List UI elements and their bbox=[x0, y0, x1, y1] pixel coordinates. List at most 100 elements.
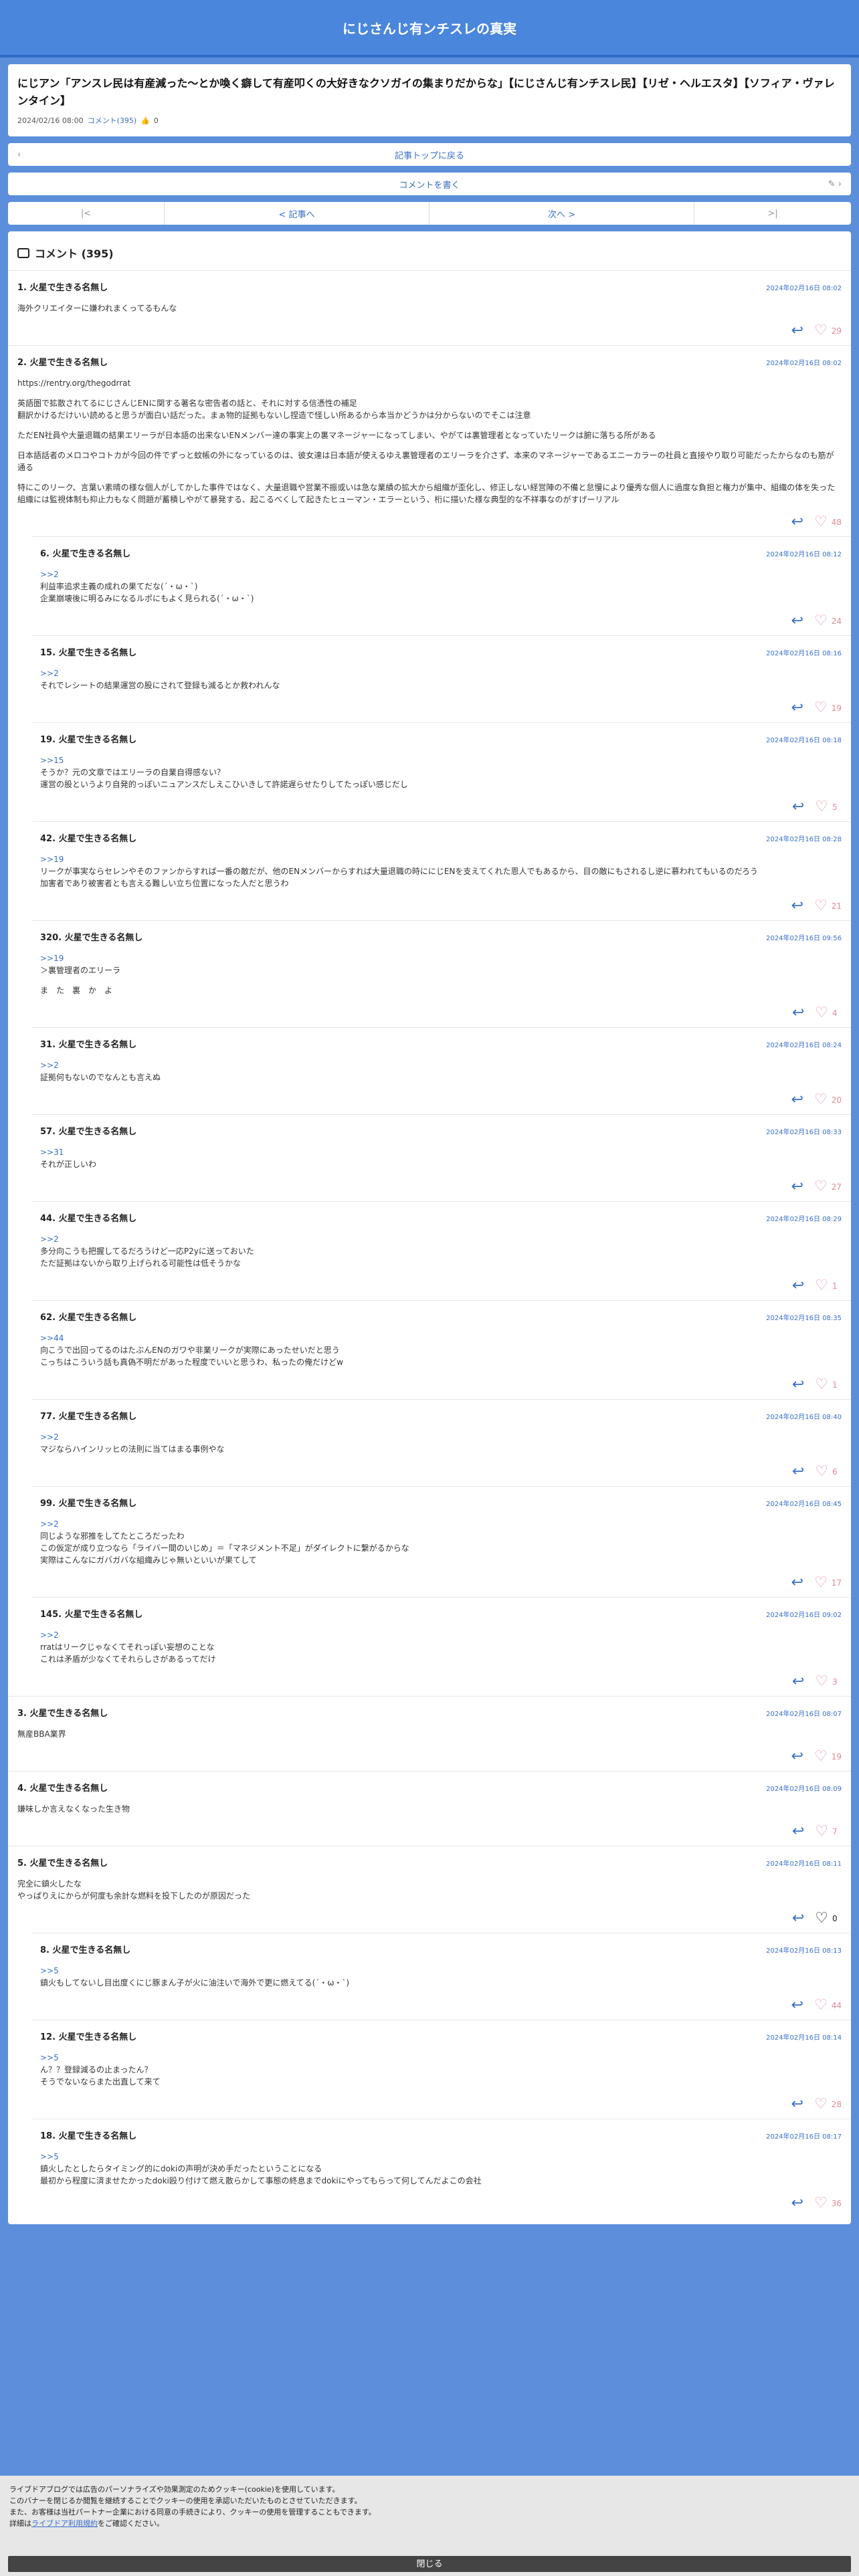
like-button[interactable]: ♡ 4 bbox=[815, 1006, 842, 1021]
comment-line: 英語圏で拡散されてるにじさんじENに関する著名な密告者の話と、それに対する信憑性… bbox=[17, 399, 357, 408]
like-button[interactable]: ♡ 24 bbox=[814, 614, 842, 629]
comment-line: rratはリークじゃなくてそれっぽい妄想のことな bbox=[40, 1642, 215, 1652]
like-button[interactable]: ♡ 29 bbox=[814, 324, 842, 338]
reply-icon[interactable]: ↩ bbox=[791, 1998, 803, 2013]
comment-actions: ↩ ♡ 6 bbox=[40, 1465, 842, 1479]
reply-anchor-link[interactable]: >>2 bbox=[40, 1629, 842, 1641]
reply-anchor-link[interactable]: >>2 bbox=[40, 667, 842, 679]
comment-line: そうか？元の文章ではエリーラの自業自得感ない？ bbox=[40, 768, 225, 777]
comment-number: 8. bbox=[40, 1945, 50, 1955]
comment-body: https://rentry.org/thegodrrat 英語圏で拡散されてるに… bbox=[17, 377, 842, 506]
like-button[interactable]: ♡ 20 bbox=[814, 1093, 842, 1107]
like-button[interactable]: ♡ 17 bbox=[814, 1576, 842, 1590]
site-title[interactable]: にじさんじ有ンチスレの真実 bbox=[343, 18, 516, 37]
comment-header: 44. 火星で生きる名無し 2024年02月16日 08:29 bbox=[40, 1211, 842, 1224]
next-button[interactable]: 次へ > bbox=[430, 202, 694, 225]
like-button[interactable]: ♡ 3 bbox=[815, 1675, 842, 1689]
reply-icon[interactable]: ↩ bbox=[791, 515, 803, 530]
like-button[interactable]: ♡ 5 bbox=[815, 800, 842, 815]
comment-number: 44. bbox=[40, 1214, 56, 1224]
comment-icon bbox=[17, 247, 29, 258]
reply-anchor-link[interactable]: >>2 bbox=[40, 1518, 842, 1530]
comment-actions: ↩ ♡ 1 bbox=[40, 1378, 842, 1392]
like-button[interactable]: ♡ 44 bbox=[814, 1998, 842, 2013]
reply-anchor-link[interactable]: >>15 bbox=[40, 754, 842, 766]
like-count: 5 bbox=[832, 802, 838, 812]
reply-anchor-link[interactable]: >>5 bbox=[40, 1965, 842, 1977]
reply-anchor-link[interactable]: >>5 bbox=[40, 2151, 842, 2163]
thumbs-up-icon[interactable]: 👍 bbox=[140, 116, 150, 125]
comment-date: 2024年02月16日 08:40 bbox=[766, 1414, 842, 1421]
reply-icon[interactable]: ↩ bbox=[792, 1279, 804, 1293]
reply-icon[interactable]: ↩ bbox=[791, 1576, 803, 1590]
first-page-button[interactable]: |< bbox=[8, 202, 165, 225]
reply-icon[interactable]: ↩ bbox=[791, 614, 803, 629]
like-button[interactable]: ♡ 0 bbox=[815, 1911, 842, 1926]
comment-header: 1. 火星で生きる名無し 2024年02月16日 08:02 bbox=[17, 280, 842, 293]
comment-item: 31. 火星で生きる名無し 2024年02月16日 08:24 >>2 証拠何もな… bbox=[32, 1027, 851, 1114]
comment-author: 31. 火星で生きる名無し bbox=[40, 1037, 136, 1050]
reply-icon[interactable]: ↩ bbox=[791, 1180, 803, 1194]
like-button[interactable]: ♡ 27 bbox=[814, 1180, 842, 1194]
comment-author: 1. 火星で生きる名無し bbox=[17, 280, 108, 293]
reply-icon[interactable]: ↩ bbox=[791, 1093, 803, 1107]
reply-icon[interactable]: ↩ bbox=[792, 1378, 804, 1392]
comment-header: 18. 火星で生きる名無し 2024年02月16日 08:17 bbox=[40, 2129, 842, 2141]
reply-anchor-link[interactable]: >>2 bbox=[40, 568, 842, 580]
heart-icon: ♡ bbox=[815, 1463, 828, 1480]
site-header[interactable]: にじさんじ有ンチスレの真実 bbox=[0, 0, 859, 58]
reply-anchor-link[interactable]: >>19 bbox=[40, 952, 842, 964]
comment-line: 同じような邪推をしてたところだったわ bbox=[40, 1531, 185, 1541]
like-button[interactable]: ♡ 7 bbox=[815, 1824, 842, 1839]
heart-icon: ♡ bbox=[814, 700, 828, 716]
like-button[interactable]: ♡ 19 bbox=[814, 1749, 842, 1764]
comment-body: 完全に鎮火したな やっぱりえにからが何度も余計な燃料を投下したのが原因だった bbox=[17, 1878, 842, 1902]
reply-anchor-link[interactable]: >>2 bbox=[40, 1233, 842, 1245]
reply-icon[interactable]: ↩ bbox=[791, 2097, 803, 2112]
like-button[interactable]: ♡ 1 bbox=[815, 1378, 842, 1392]
heart-icon: ♡ bbox=[814, 2096, 828, 2113]
like-button[interactable]: ♡ 1 bbox=[815, 1279, 842, 1293]
comment-name: 火星で生きる名無し bbox=[58, 648, 137, 658]
reply-anchor-link[interactable]: >>5 bbox=[40, 2052, 842, 2064]
comment-line: 実際はこんなにガバガバな組織みじゃ無いといいが果てして bbox=[40, 1555, 257, 1565]
reply-icon[interactable]: ↩ bbox=[791, 2196, 803, 2211]
reply-anchor-link[interactable]: >>2 bbox=[40, 1431, 842, 1443]
article-title[interactable]: にじアン「アンスレ民は有産減った～とか喚く癖して有産叩くの大好きなクソガイの集ま… bbox=[17, 75, 842, 110]
reply-icon[interactable]: ↩ bbox=[792, 1465, 804, 1479]
reply-icon[interactable]: ↩ bbox=[791, 701, 803, 716]
reply-anchor-link[interactable]: >>19 bbox=[40, 853, 842, 865]
like-button[interactable]: ♡ 21 bbox=[814, 899, 842, 914]
reply-anchor-link[interactable]: >>2 bbox=[40, 1059, 842, 1071]
like-count: 24 bbox=[831, 617, 842, 626]
like-button[interactable]: ♡ 6 bbox=[815, 1465, 842, 1479]
like-button[interactable]: ♡ 19 bbox=[814, 701, 842, 716]
reply-icon[interactable]: ↩ bbox=[792, 800, 804, 815]
terms-link[interactable]: ライブドア利用規約 bbox=[31, 2519, 98, 2528]
write-comment-button[interactable]: コメントを書く ✎ › bbox=[8, 173, 851, 195]
comment-actions: ↩ ♡ 27 bbox=[40, 1180, 842, 1194]
reply-icon[interactable]: ↩ bbox=[791, 899, 803, 914]
reply-icon[interactable]: ↩ bbox=[792, 1006, 804, 1021]
back-to-top-button[interactable]: ‹ 記事トップに戻る bbox=[8, 143, 851, 166]
like-button[interactable]: ♡ 28 bbox=[814, 2097, 842, 2112]
comment-header: 31. 火星で生きる名無し 2024年02月16日 08:24 bbox=[40, 1037, 842, 1050]
like-button[interactable]: ♡ 36 bbox=[814, 2196, 842, 2211]
comment-line: マジならハインリッヒの法則に当てはまる事例やな bbox=[40, 1444, 225, 1454]
heart-icon: ♡ bbox=[814, 897, 828, 914]
reply-icon[interactable]: ↩ bbox=[791, 324, 803, 338]
close-cookie-button[interactable]: 閉じる bbox=[8, 2556, 851, 2572]
comment-body: >>19 ＞裏管理者のエリーラま た 裏 か よ bbox=[40, 952, 842, 996]
reply-icon[interactable]: ↩ bbox=[792, 1824, 804, 1839]
reply-anchor-link[interactable]: >>31 bbox=[40, 1146, 842, 1158]
comments-link[interactable]: コメント(395) bbox=[88, 115, 137, 126]
reply-icon[interactable]: ↩ bbox=[792, 1911, 804, 1926]
last-page-button[interactable]: >| bbox=[694, 202, 851, 225]
reply-icon[interactable]: ↩ bbox=[791, 1749, 803, 1764]
comment-date: 2024年02月16日 08:16 bbox=[766, 650, 842, 657]
like-count: 1 bbox=[832, 1281, 838, 1291]
reply-icon[interactable]: ↩ bbox=[792, 1675, 804, 1689]
like-button[interactable]: ♡ 48 bbox=[814, 515, 842, 530]
reply-anchor-link[interactable]: >>44 bbox=[40, 1332, 842, 1344]
prev-button[interactable]: < 記事へ bbox=[165, 202, 430, 225]
